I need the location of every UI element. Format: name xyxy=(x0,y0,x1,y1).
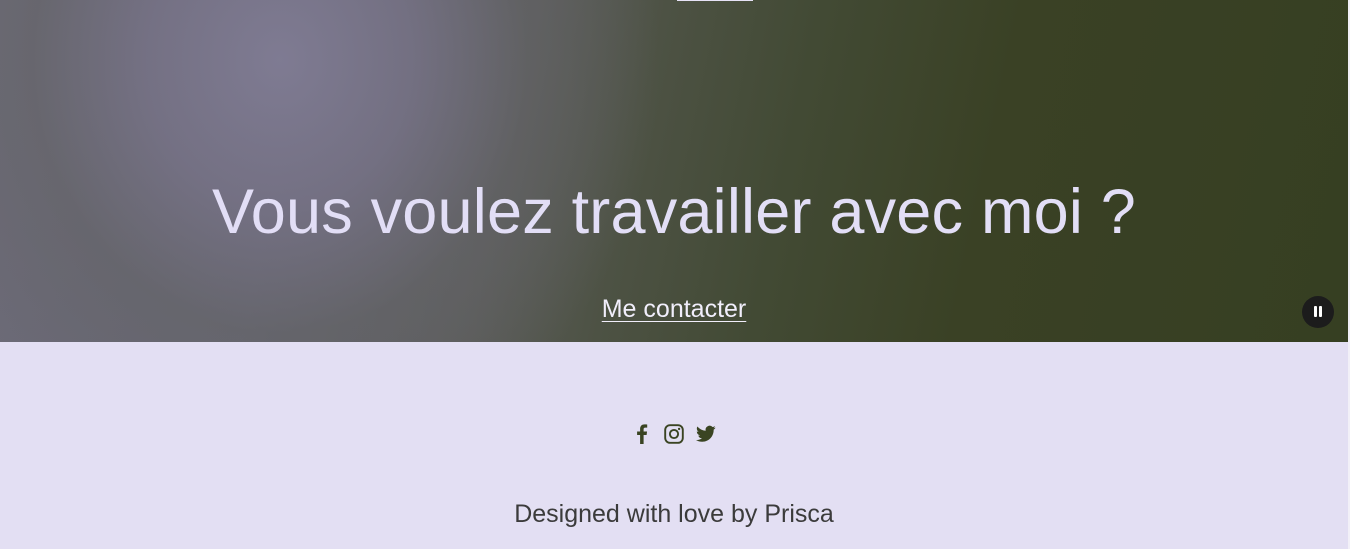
hero-title: Vous voulez travailler avec moi ? xyxy=(211,177,1137,247)
social-links xyxy=(0,422,1348,446)
twitter-icon[interactable] xyxy=(696,422,716,446)
footer: Designed with love by Prisca xyxy=(0,342,1348,549)
cta-wrapper: Me contacter xyxy=(0,293,1348,325)
contact-link[interactable]: Me contacter xyxy=(602,295,747,323)
instagram-icon[interactable] xyxy=(664,422,684,446)
facebook-icon[interactable] xyxy=(632,422,652,446)
video-pause-button[interactable] xyxy=(1302,296,1334,328)
top-link-underline[interactable] xyxy=(677,0,753,1)
footer-credit: Designed with love by Prisca xyxy=(514,500,834,528)
hero-section: Vous voulez travailler avec moi ? Me con… xyxy=(0,0,1348,342)
